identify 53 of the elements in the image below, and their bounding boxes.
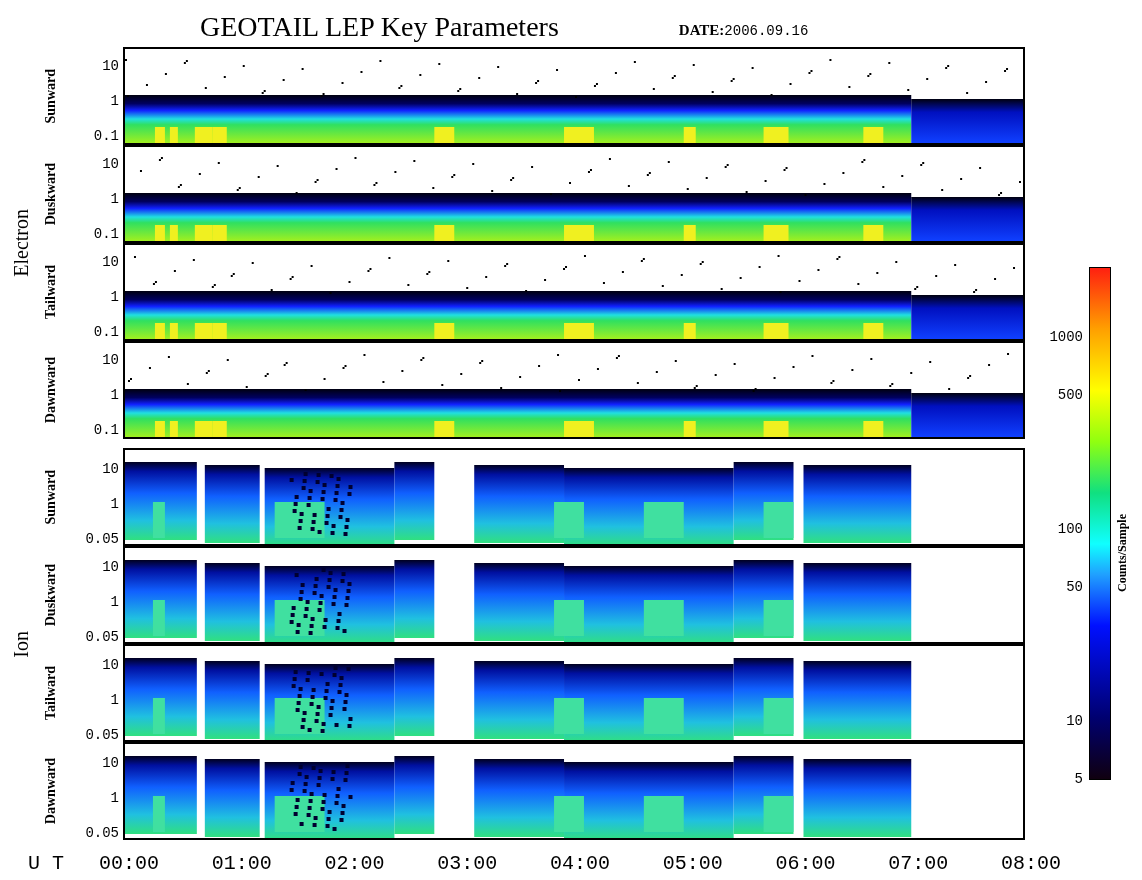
tick-label: 00:00 [99,852,159,875]
tick-label: 100 [1057,521,1083,536]
tick-label: 10 [102,658,119,672]
axis-label: Tailward [43,666,59,720]
tick-label: 1 [110,497,119,511]
tick-label: 10 [102,59,119,73]
tick-label: 10 [102,462,119,476]
tick-label: 1 [110,192,119,206]
tick-label: 01:00 [211,852,272,875]
tick-label: 10 [1066,713,1083,728]
tick-label: 10 [102,157,119,171]
tick-label: 1 [110,791,119,805]
tick-label: 02:00 [324,852,385,875]
tick-label: 1 [110,693,119,707]
chart-title: GEOTAIL LEP Key Parameters [200,11,559,43]
tick-label: 1 [110,388,119,402]
tick-label: 50 [1066,579,1083,594]
axis-label: Sunward [43,68,59,124]
date-text: DATE:2006.09.16 [678,22,809,41]
tick-label: 0.1 [93,423,119,437]
group-label: Ion [9,630,33,658]
axis-label: U T [28,852,64,875]
tick-label: 1 [110,595,119,609]
tick-label: 0.1 [93,325,119,339]
tick-label: 0.05 [85,630,119,644]
tick-label: 500 [1057,387,1083,402]
tick-label: 0.05 [85,728,119,742]
tick-label: 10 [102,560,119,574]
group-label: Electron [9,209,33,277]
tick-label: 05:00 [662,852,723,875]
axis-label: Dawnward [43,757,59,825]
tick-label: 1 [110,94,119,108]
tick-label: 0.1 [93,227,119,241]
tick-label: 0.05 [85,532,119,546]
axis-label: Duskward [43,563,59,627]
tick-label: 08:00 [1001,852,1061,875]
colorbar-label: Counts/Sample [1114,514,1130,593]
axis-label: Tailward [43,265,59,319]
tick-label: 5 [1074,771,1083,786]
axis-label: Sunward [43,469,59,525]
tick-label: 1 [110,290,119,304]
tick-label: 06:00 [775,852,836,875]
tick-label: 0.1 [93,129,119,143]
tick-label: 1000 [1049,329,1083,344]
axis-label: Duskward [43,162,59,226]
tick-label: 07:00 [888,852,949,875]
axis-label: Dawnward [43,356,59,424]
tick-label: 03:00 [437,852,498,875]
tick-label: 10 [102,255,119,269]
tick-label: 10 [102,353,119,367]
tick-label: 10 [102,756,119,770]
tick-label: 0.05 [85,826,119,840]
tick-label: 04:00 [550,852,610,875]
